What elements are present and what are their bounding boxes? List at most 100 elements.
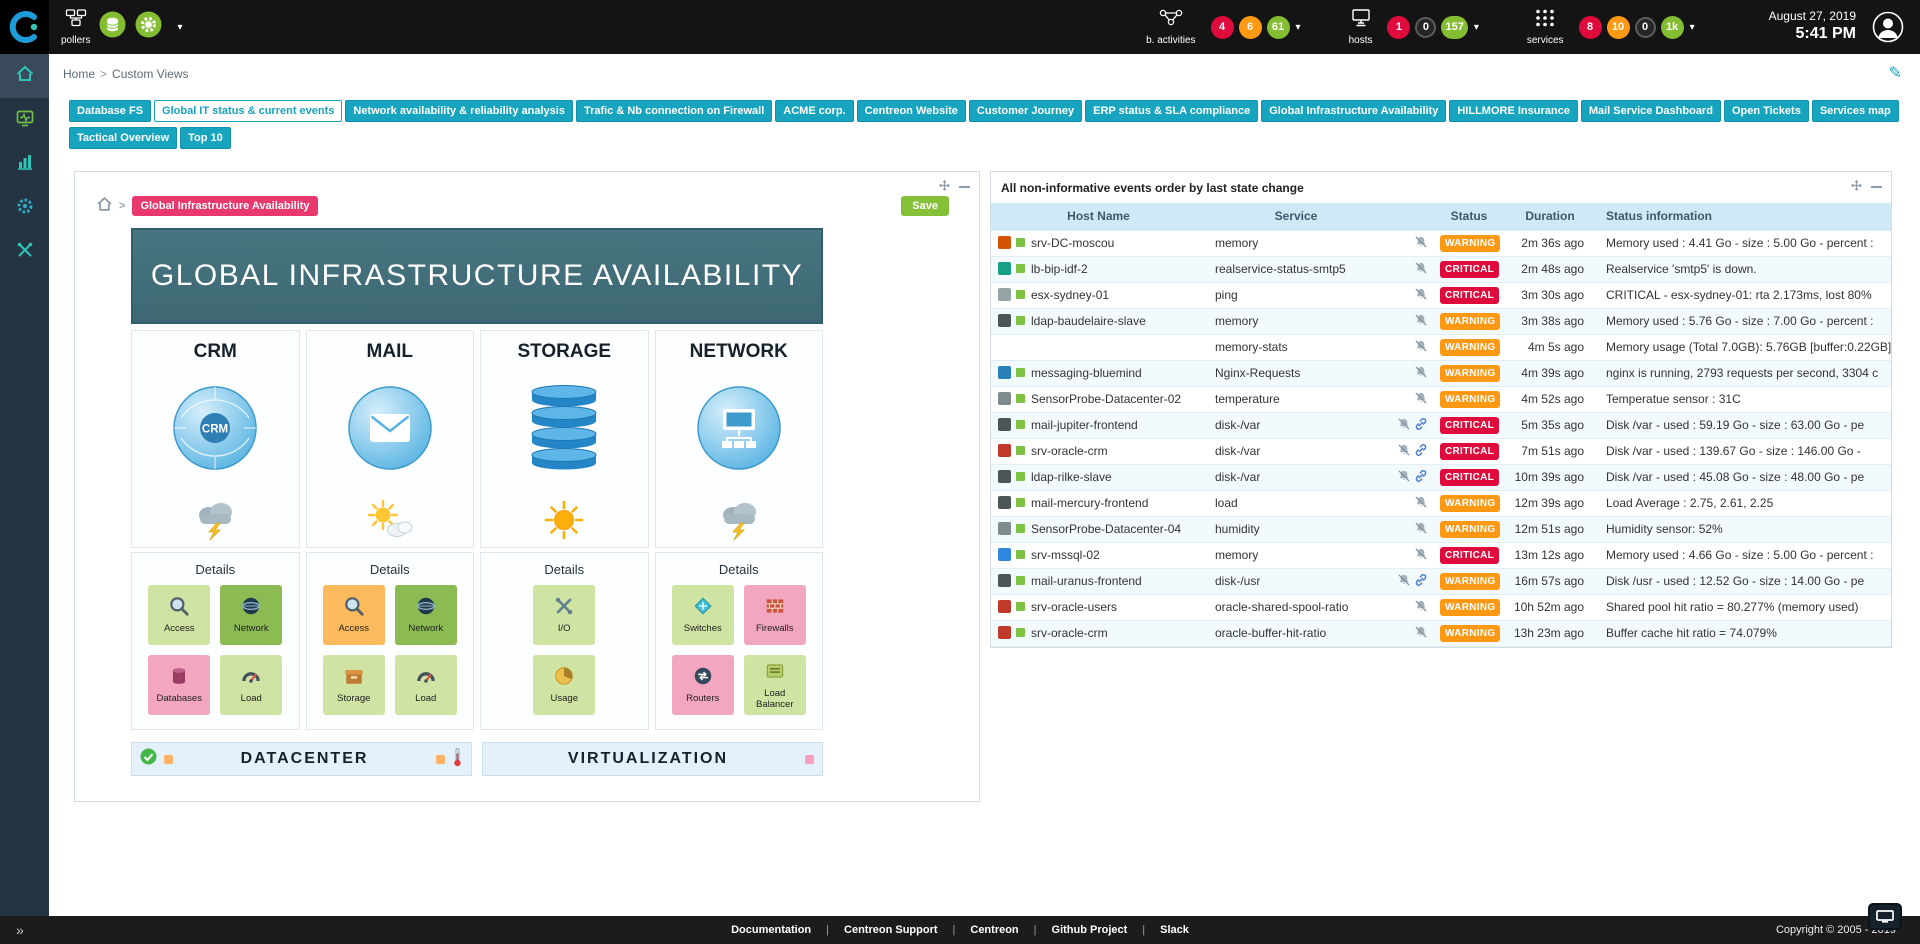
fullscreen-button[interactable] — [1868, 903, 1902, 930]
host-name-link[interactable]: srv-oracle-users — [1031, 600, 1117, 614]
host-name-link[interactable]: srv-oracle-crm — [1031, 444, 1108, 458]
breadcrumb-home-link[interactable]: Home — [63, 67, 95, 81]
tab-trafic-nb-connection-on-firewall[interactable]: Trafic & Nb connection on Firewall — [576, 100, 772, 122]
service-name-link[interactable]: memory — [1215, 314, 1258, 328]
chevron-down-icon[interactable]: ▾ — [1474, 22, 1479, 33]
service-name-link[interactable]: temperature — [1215, 392, 1280, 406]
footer-link-centreon[interactable]: Centreon — [970, 924, 1018, 936]
tab-mail-service-dashboard[interactable]: Mail Service Dashboard — [1581, 100, 1721, 122]
host-name-link[interactable]: mail-uranus-frontend — [1031, 574, 1142, 588]
service-name-link[interactable]: disk-/usr — [1215, 574, 1260, 588]
widget-move-icon[interactable] — [939, 178, 950, 196]
link-icon[interactable] — [1414, 472, 1428, 486]
counter-badge-none[interactable]: 0 — [1635, 17, 1656, 38]
sidebar-item-reporting[interactable] — [0, 142, 49, 186]
host-name-link[interactable]: esx-sydney-01 — [1031, 288, 1109, 302]
host-name-link[interactable]: lb-bip-idf-2 — [1031, 262, 1088, 276]
service-name-link[interactable]: memory — [1215, 548, 1258, 562]
tab-acme-corp[interactable]: ACME corp. — [775, 100, 853, 122]
footer-link-documentation[interactable]: Documentation — [731, 924, 811, 936]
counter-badge-critical[interactable]: 8 — [1579, 16, 1602, 39]
tab-centreon-website[interactable]: Centreon Website — [857, 100, 966, 122]
chevron-down-icon[interactable]: ▾ — [177, 22, 182, 33]
sidebar-item-monitoring[interactable] — [0, 98, 49, 142]
widget-move-icon[interactable] — [1851, 178, 1862, 196]
balance-icon — [764, 660, 786, 687]
col-status[interactable]: Status — [1434, 203, 1504, 230]
link-icon[interactable] — [1414, 446, 1428, 460]
tab-top-10[interactable]: Top 10 — [180, 127, 231, 149]
link-icon[interactable] — [1414, 576, 1428, 590]
sidebar-item-home[interactable] — [0, 54, 49, 98]
pollers-group[interactable]: pollers ▾ — [61, 8, 183, 46]
host-name-link[interactable]: SensorProbe-Datacenter-02 — [1031, 392, 1181, 406]
host-name-link[interactable]: ldap-baudelaire-slave — [1031, 314, 1146, 328]
map-home-icon[interactable] — [97, 197, 112, 216]
col-host-name[interactable]: Host Name — [991, 203, 1206, 230]
sidebar-item-administration[interactable] — [0, 230, 49, 274]
service-name-link[interactable]: disk-/var — [1215, 470, 1260, 484]
footer-link-github-project[interactable]: Github Project — [1052, 924, 1128, 936]
footer-link-centreon-support[interactable]: Centreon Support — [844, 924, 938, 936]
sidebar-expand-icon[interactable]: » — [16, 923, 24, 937]
service-name-link[interactable]: oracle-shared-spool-ratio — [1215, 600, 1348, 614]
business-activities-group[interactable]: b. activities 4661 ▾ — [1146, 8, 1301, 46]
counter-badge-warning[interactable]: 6 — [1239, 16, 1262, 39]
host-name-link[interactable]: messaging-bluemind — [1031, 366, 1142, 380]
widget-collapse-icon[interactable] — [1871, 186, 1882, 188]
tab-hillmore-insurance[interactable]: HILLMORE Insurance — [1449, 100, 1577, 122]
chevron-down-icon[interactable]: ▾ — [1690, 22, 1695, 33]
service-name-link[interactable]: memory — [1215, 236, 1258, 250]
tab-global-infrastructure-availability[interactable]: Global Infrastructure Availability — [1261, 100, 1446, 122]
host-name-link[interactable]: ldap-rilke-slave — [1031, 470, 1112, 484]
chevron-down-icon[interactable]: ▾ — [1296, 22, 1301, 33]
service-name-link[interactable]: load — [1215, 496, 1238, 510]
service-name-link[interactable]: ping — [1215, 288, 1238, 302]
tab-services-map[interactable]: Services map — [1812, 100, 1899, 122]
tab-customer-journey[interactable]: Customer Journey — [969, 100, 1082, 122]
tab-open-tickets[interactable]: Open Tickets — [1724, 100, 1809, 122]
col-duration[interactable]: Duration — [1504, 203, 1596, 230]
poller-latency-status-icon[interactable] — [135, 11, 162, 43]
service-name-link[interactable]: disk-/var — [1215, 444, 1260, 458]
edit-views-pencil-icon[interactable]: ✎ — [1889, 66, 1902, 82]
host-name-link[interactable]: srv-oracle-crm — [1031, 626, 1108, 640]
counter-badge-ok[interactable]: 157 — [1441, 16, 1467, 39]
tab-global-it-status-current-events[interactable]: Global IT status & current events — [154, 100, 342, 122]
centreon-logo[interactable] — [0, 0, 49, 54]
tab-erp-status-sla-compliance[interactable]: ERP status & SLA compliance — [1085, 100, 1258, 122]
widget-collapse-icon[interactable] — [959, 186, 970, 188]
counter-badge-warning[interactable]: 10 — [1607, 16, 1630, 39]
counter-badge-ok[interactable]: 61 — [1267, 16, 1290, 39]
service-name-link[interactable]: disk-/var — [1215, 418, 1260, 432]
counter-badge-ok[interactable]: 1k — [1661, 16, 1684, 39]
hosts-group[interactable]: hosts 10157 ▾ — [1349, 8, 1479, 46]
host-name-link[interactable]: mail-mercury-frontend — [1031, 496, 1148, 510]
map-path-badge[interactable]: Global Infrastructure Availability — [132, 196, 317, 216]
host-name-link[interactable]: srv-DC-moscou — [1031, 236, 1114, 250]
sidebar-item-configuration[interactable] — [0, 186, 49, 230]
services-group[interactable]: services 81001k ▾ — [1527, 8, 1695, 46]
poller-database-status-icon[interactable] — [99, 11, 126, 43]
save-button[interactable]: Save — [901, 196, 949, 216]
host-name-link[interactable]: mail-jupiter-frontend — [1031, 418, 1138, 432]
tab-database-fs[interactable]: Database FS — [69, 100, 151, 122]
service-name-link[interactable]: memory-stats — [1215, 340, 1288, 354]
col-service[interactable]: Service — [1206, 203, 1386, 230]
footer-link-slack[interactable]: Slack — [1160, 924, 1189, 936]
col-status-information[interactable]: Status information — [1596, 203, 1891, 230]
service-name-link[interactable]: oracle-buffer-hit-ratio — [1215, 626, 1326, 640]
counter-badge-critical[interactable]: 4 — [1211, 16, 1234, 39]
service-name-link[interactable]: realservice-status-smtp5 — [1215, 262, 1346, 276]
tab-network-availability-reliability-analysis[interactable]: Network availability & reliability analy… — [345, 100, 573, 122]
user-avatar[interactable] — [1872, 11, 1904, 43]
tab-tactical-overview[interactable]: Tactical Overview — [69, 127, 177, 149]
host-name-link[interactable]: SensorProbe-Datacenter-04 — [1031, 522, 1181, 536]
service-name-link[interactable]: Nginx-Requests — [1215, 366, 1300, 380]
host-name-link[interactable]: srv-mssql-02 — [1031, 548, 1100, 562]
breadcrumb-current[interactable]: Custom Views — [112, 67, 188, 81]
service-name-link[interactable]: humidity — [1215, 522, 1260, 536]
counter-badge-critical[interactable]: 1 — [1387, 16, 1410, 39]
counter-badge-none[interactable]: 0 — [1415, 17, 1436, 38]
link-icon[interactable] — [1414, 420, 1428, 434]
